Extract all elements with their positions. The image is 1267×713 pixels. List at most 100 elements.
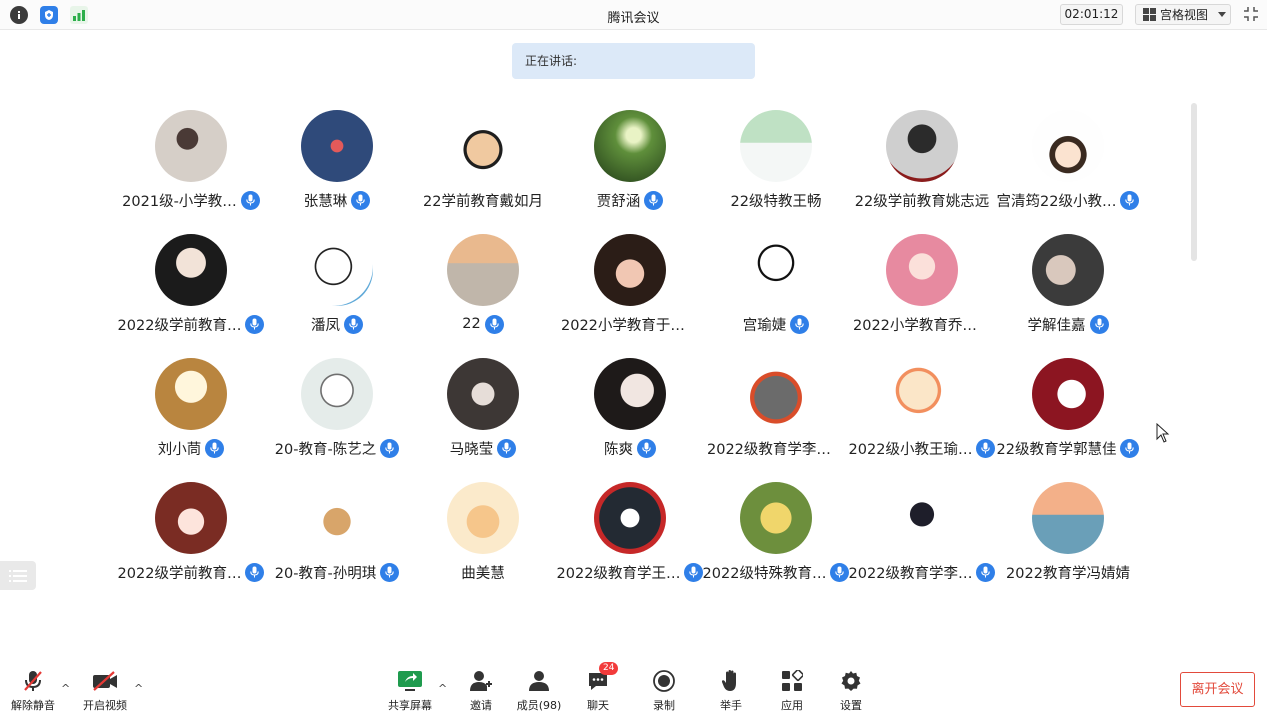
participant-name: 2022级小教王瑜… <box>848 441 973 458</box>
participant-name: 20-教育-孙明琪 <box>274 565 377 582</box>
share-options-caret[interactable]: ^ <box>438 682 447 695</box>
record-label: 录制 <box>653 699 675 712</box>
avatar <box>1032 358 1104 430</box>
participant-tile[interactable]: 陈爽 <box>557 356 703 466</box>
participant-tile[interactable]: 2022级特殊教育… <box>703 480 850 590</box>
audio-options-caret[interactable]: ^ <box>61 682 70 695</box>
apps-button[interactable]: 应用 <box>762 668 822 713</box>
participant-name: 曲美慧 <box>461 565 505 582</box>
participant-name: 刘小茼 <box>157 441 202 458</box>
participant-name-row: 马晓莹 <box>400 438 566 458</box>
settings-label: 设置 <box>840 699 862 712</box>
sidebar-toggle[interactable] <box>0 561 36 590</box>
avatar <box>886 358 958 430</box>
participant-tile[interactable]: 2022级小教王瑜… <box>848 356 996 466</box>
participant-name: 22学前教育戴如月 <box>423 193 543 210</box>
avatar <box>447 358 519 430</box>
participant-tile[interactable]: 22学前教育戴如月 <box>410 108 556 218</box>
participant-name-row: 2022级教育学王… <box>547 562 713 582</box>
participant-tile[interactable]: 马晓莹 <box>410 356 556 466</box>
participant-tile[interactable]: 曲美慧 <box>410 480 556 590</box>
start-video-label: 开启视频 <box>83 699 127 712</box>
participant-tile[interactable]: 2022小学教育乔丽洋 <box>849 232 995 342</box>
participant-name: 陈爽 <box>604 441 633 458</box>
participant-tile[interactable]: 20-教育-陈艺之 <box>264 356 410 466</box>
mic-icon <box>484 314 504 334</box>
participant-tile[interactable]: 宫清筠22级小教… <box>995 108 1141 218</box>
avatar <box>301 110 373 182</box>
settings-button[interactable]: 设置 <box>821 668 881 713</box>
participant-tile[interactable]: 张慧琳 <box>264 108 410 218</box>
participant-name-row: 2022级学前教育… <box>108 562 274 582</box>
participant-tile[interactable]: 贾舒涵 <box>557 108 703 218</box>
chat-button[interactable]: 24 聊天 <box>568 662 628 713</box>
avatar <box>740 234 812 306</box>
mic-icon <box>637 438 656 458</box>
avatar <box>594 110 666 182</box>
participant-tile[interactable]: 2022级教育学李… <box>849 480 996 590</box>
avatar <box>447 110 519 182</box>
participant-tile[interactable]: 20-教育-孙明琪 <box>264 480 410 590</box>
members-icon <box>529 671 549 691</box>
invite-label: 邀请 <box>470 699 492 712</box>
participant-tile[interactable]: 学解佳嘉 <box>995 232 1141 342</box>
mic-muted-icon <box>24 671 42 691</box>
participant-name-row: 22学前教育戴如月 <box>400 190 566 210</box>
participant-name: 潘凤 <box>311 317 340 334</box>
view-mode-dropdown[interactable]: 宫格视图 <box>1135 4 1231 25</box>
participant-tile[interactable]: 2022级学前教育… <box>118 480 265 590</box>
participant-tile[interactable]: 2021级-小学教… <box>118 108 264 218</box>
mic-icon <box>380 562 400 582</box>
grid-view-icon <box>1143 8 1156 21</box>
avatar <box>447 482 519 554</box>
record-button[interactable]: 录制 <box>634 668 694 713</box>
participant-tile[interactable]: 22 <box>410 232 556 342</box>
participant-tile[interactable]: 2022级教育学李金勇 <box>703 356 849 466</box>
invite-button[interactable]: 邀请 <box>451 668 511 713</box>
participant-name-row: 宫瑜婕 <box>693 314 859 334</box>
participant-name-row: 2022小学教育于洋洋 <box>547 314 713 334</box>
participant-name-row: 曲美慧 <box>400 562 566 582</box>
unmute-button[interactable]: 解除静音 <box>3 668 63 713</box>
avatar <box>886 110 958 182</box>
avatar <box>155 482 227 554</box>
avatar <box>740 110 812 182</box>
participant-tile[interactable]: 22级教育学郭慧佳 <box>995 356 1141 466</box>
avatar <box>1032 110 1104 182</box>
video-options-caret[interactable]: ^ <box>134 682 143 695</box>
avatar <box>886 482 958 554</box>
participant-name: 22级教育学郭慧佳 <box>996 441 1117 458</box>
mic-icon <box>380 438 400 458</box>
participant-name-row: 张慧琳 <box>254 190 420 210</box>
participant-name-row: 2021级-小学教… <box>108 190 274 210</box>
participant-name: 贾舒涵 <box>596 193 641 210</box>
participant-tile[interactable]: 2022小学教育于洋洋 <box>557 232 703 342</box>
participant-name-row: 刘小茼 <box>108 438 274 458</box>
members-button[interactable]: 成员(98) <box>509 668 569 713</box>
start-video-button[interactable]: 开启视频 <box>75 668 135 713</box>
members-label: 成员(98) <box>516 699 562 712</box>
apps-icon <box>782 670 803 691</box>
participant-tile[interactable]: 宫瑜婕 <box>703 232 849 342</box>
participant-tile[interactable]: 2022教育学冯婧婧 <box>995 480 1141 590</box>
raise-hand-label: 举手 <box>720 699 742 712</box>
participant-tile[interactable]: 刘小茼 <box>118 356 264 466</box>
scrollbar[interactable] <box>1191 103 1197 261</box>
avatar <box>301 234 373 306</box>
participant-tile[interactable]: 22级特教王畅 <box>703 108 849 218</box>
raise-hand-button[interactable]: 举手 <box>701 668 761 713</box>
share-screen-label: 共享屏幕 <box>388 699 432 712</box>
participant-tile[interactable]: 22级学前教育姚志远 <box>849 108 995 218</box>
participant-name: 2021级-小学教… <box>122 193 237 210</box>
mic-icon <box>351 190 371 210</box>
share-screen-button[interactable]: 共享屏幕 <box>380 668 440 713</box>
fullscreen-icon[interactable] <box>1242 5 1260 23</box>
participant-name-row: 陈爽 <box>547 438 713 458</box>
participant-tile[interactable]: 2022级教育学王… <box>557 480 704 590</box>
participant-tile[interactable]: 潘凤 <box>264 232 410 342</box>
participant-tile[interactable]: 2022级学前教育… <box>118 232 265 342</box>
participant-name-row: 贾舒涵 <box>547 190 713 210</box>
mic-icon <box>497 438 517 458</box>
leave-meeting-button[interactable]: 离开会议 <box>1180 672 1255 707</box>
participant-name-row: 22级特教王畅 <box>693 190 859 210</box>
